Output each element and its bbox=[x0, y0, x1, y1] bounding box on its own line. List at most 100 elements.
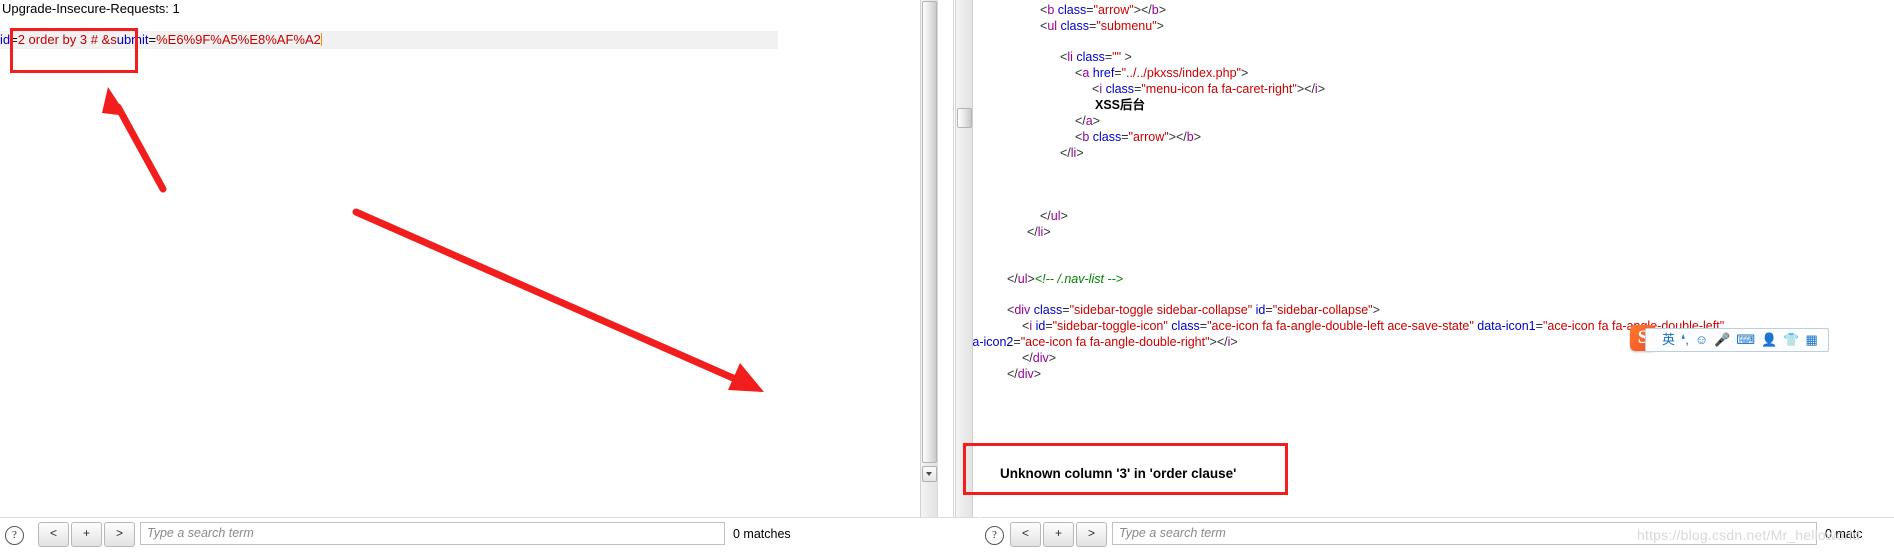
question-mark-icon[interactable]: ? bbox=[985, 526, 1004, 545]
code-token-attr: id bbox=[1255, 303, 1266, 317]
code-token-attr: class bbox=[1105, 82, 1135, 96]
code-line: <ul class="submenu"> bbox=[1040, 18, 1164, 34]
code-token-punct: ></ bbox=[1209, 335, 1228, 349]
soft-keyboard-icon[interactable]: ⌨ bbox=[1736, 330, 1755, 350]
search-next-button[interactable]: > bbox=[104, 522, 135, 547]
left-search-toolbar: ? < + > Type a search term 0 matches bbox=[0, 517, 979, 552]
code-token-attr: class bbox=[1076, 50, 1105, 64]
code-token-punct: </ bbox=[1060, 146, 1071, 160]
code-token-val: "menu-icon fa fa-caret-right" bbox=[1141, 82, 1297, 96]
code-token-punct: ></ bbox=[1168, 130, 1187, 144]
code-token-punct: > bbox=[1027, 272, 1035, 286]
search-prev-button[interactable]: < bbox=[38, 522, 69, 547]
code-token-val: "sidebar-toggle sidebar-collapse" bbox=[1069, 303, 1253, 317]
code-token-attr: class bbox=[1057, 3, 1087, 17]
code-token-punct: = bbox=[1121, 130, 1129, 144]
skin-theme-icon[interactable]: 👕 bbox=[1783, 330, 1799, 350]
code-token-punct: = bbox=[1535, 319, 1543, 333]
request-param-row[interactable]: id=2 order by 3 # &submit=%E6%9F%A5%E8%A… bbox=[0, 31, 778, 49]
code-token-val: "../../pkxss/index.php" bbox=[1121, 66, 1241, 80]
search-add-button[interactable]: + bbox=[1043, 522, 1074, 547]
code-token-punct: </ bbox=[1007, 367, 1018, 381]
left-panel-scrollbar[interactable] bbox=[920, 0, 938, 518]
code-line: <li class="" > bbox=[1060, 49, 1132, 65]
response-panel-body: <b class="arrow"></b> <ul class="submenu"… bbox=[955, 0, 1894, 518]
code-token-tag: ul bbox=[1017, 272, 1028, 286]
code-token-val: "arrow" bbox=[1128, 130, 1169, 144]
code-token-val: "ace-icon fa fa-angle-double-right" bbox=[1020, 335, 1210, 349]
blog-watermark: https://blog.csdn.net/Mr_helloworld bbox=[1637, 527, 1861, 543]
toolbox-icon[interactable]: ▦ bbox=[1805, 330, 1817, 350]
sql-error-message: Unknown column '3' in 'order clause' bbox=[1000, 466, 1237, 481]
question-mark-icon[interactable]: ? bbox=[5, 526, 24, 545]
code-line: </div> bbox=[1022, 350, 1056, 366]
code-token-val: "sidebar-collapse" bbox=[1272, 303, 1373, 317]
request-panel: Upgrade-Insecure-Requests: 1 id=2 order … bbox=[0, 0, 936, 552]
code-line: data-icon2="ace-icon fa fa-angle-double-… bbox=[955, 334, 1238, 350]
response-code-area[interactable]: <b class="arrow"></b> <ul class="submenu"… bbox=[955, 0, 1894, 518]
search-add-button[interactable]: + bbox=[71, 522, 102, 547]
param-value-2: %E6%9F%A5%E8%AF%A2 bbox=[156, 32, 321, 47]
code-token-punct: </ bbox=[1040, 209, 1051, 223]
code-token-punct: = bbox=[1013, 335, 1021, 349]
code-line: <div class="sidebar-toggle sidebar-colla… bbox=[1007, 302, 1380, 318]
punctuation-icon[interactable]: ❛, bbox=[1681, 330, 1689, 350]
sogou-ime-toolbar[interactable]: 英 ❛, ☺ 🎤 ⌨ 👤 👕 ▦ bbox=[1645, 328, 1829, 352]
scroll-down-arrow-icon[interactable] bbox=[922, 466, 937, 482]
param-equals-1: = bbox=[10, 32, 18, 47]
code-token-text: XSS后台 bbox=[1095, 98, 1146, 112]
code-line: <i id="sidebar-toggle-icon" class="ace-i… bbox=[1022, 318, 1724, 334]
search-prev-button[interactable]: < bbox=[1010, 522, 1041, 547]
code-token-attr: href bbox=[1092, 66, 1115, 80]
code-token-punct: > bbox=[1092, 114, 1101, 128]
code-line: <b class="arrow"></b> bbox=[1040, 2, 1166, 18]
code-token-val: "sidebar-toggle-icon" bbox=[1052, 319, 1168, 333]
search-next-button[interactable]: > bbox=[1076, 522, 1107, 547]
code-token-punct: > bbox=[1240, 66, 1249, 80]
request-panel-body: Upgrade-Insecure-Requests: 1 id=2 order … bbox=[0, 0, 936, 518]
code-token-punct: > bbox=[1076, 146, 1084, 160]
code-token-punct: </ bbox=[1022, 351, 1033, 365]
code-token-punct: </ bbox=[1075, 114, 1086, 128]
code-token-punct: > bbox=[1317, 82, 1326, 96]
code-token-punct: = bbox=[1199, 319, 1208, 333]
code-token-tag: div bbox=[1017, 367, 1034, 381]
param-key: id bbox=[0, 32, 11, 47]
code-token-punct: > bbox=[1158, 3, 1167, 17]
right-scrollbar-thumb[interactable] bbox=[957, 108, 972, 128]
code-token-punct: > bbox=[1372, 303, 1380, 317]
code-token-punct: > bbox=[1048, 351, 1057, 365]
code-line: </li> bbox=[1027, 224, 1051, 240]
code-token-punct: > bbox=[1156, 19, 1164, 33]
code-token-punct: ></ bbox=[1133, 3, 1152, 17]
code-token-punct: > bbox=[1230, 335, 1238, 349]
left-search-input[interactable]: Type a search term bbox=[140, 522, 725, 545]
code-token-val: "arrow" bbox=[1093, 3, 1134, 17]
code-token-comment: <!-- /.nav-list --> bbox=[1034, 272, 1124, 286]
code-token-tag: div bbox=[1032, 351, 1049, 365]
left-scrollbar-thumb[interactable] bbox=[922, 1, 937, 463]
code-token-punct: = bbox=[1062, 303, 1070, 317]
code-token-punct: > bbox=[1193, 130, 1202, 144]
left-matches-count: 0 matches bbox=[733, 527, 791, 541]
code-token-punct: = bbox=[1265, 303, 1273, 317]
code-token-tag: b bbox=[1186, 130, 1194, 144]
code-token-punct: = bbox=[1114, 66, 1122, 80]
code-line: <i class="menu-icon fa fa-caret-right"><… bbox=[1092, 81, 1325, 97]
user-account-icon[interactable]: 👤 bbox=[1761, 330, 1777, 350]
right-panel-scrollbar[interactable] bbox=[955, 0, 973, 518]
code-token-punct: </ bbox=[1007, 272, 1018, 286]
code-token-attr: class bbox=[1060, 19, 1090, 33]
language-mode-icon[interactable]: 英 bbox=[1662, 330, 1675, 350]
request-header-line: Upgrade-Insecure-Requests: 1 bbox=[2, 1, 180, 16]
code-token-punct: = bbox=[1086, 3, 1094, 17]
code-token-punct: ></ bbox=[1296, 82, 1315, 96]
code-token-val: "submenu" bbox=[1096, 19, 1157, 33]
emoji-icon[interactable]: ☺ bbox=[1695, 330, 1708, 350]
param-equals-2: = bbox=[148, 32, 157, 47]
code-token-punct: > bbox=[1033, 367, 1042, 381]
code-line: </ul> bbox=[1040, 208, 1068, 224]
code-token-punct: = bbox=[1045, 319, 1053, 333]
code-line: <a href="../../pkxss/index.php"> bbox=[1075, 65, 1248, 81]
voice-input-icon[interactable]: 🎤 bbox=[1714, 330, 1730, 350]
